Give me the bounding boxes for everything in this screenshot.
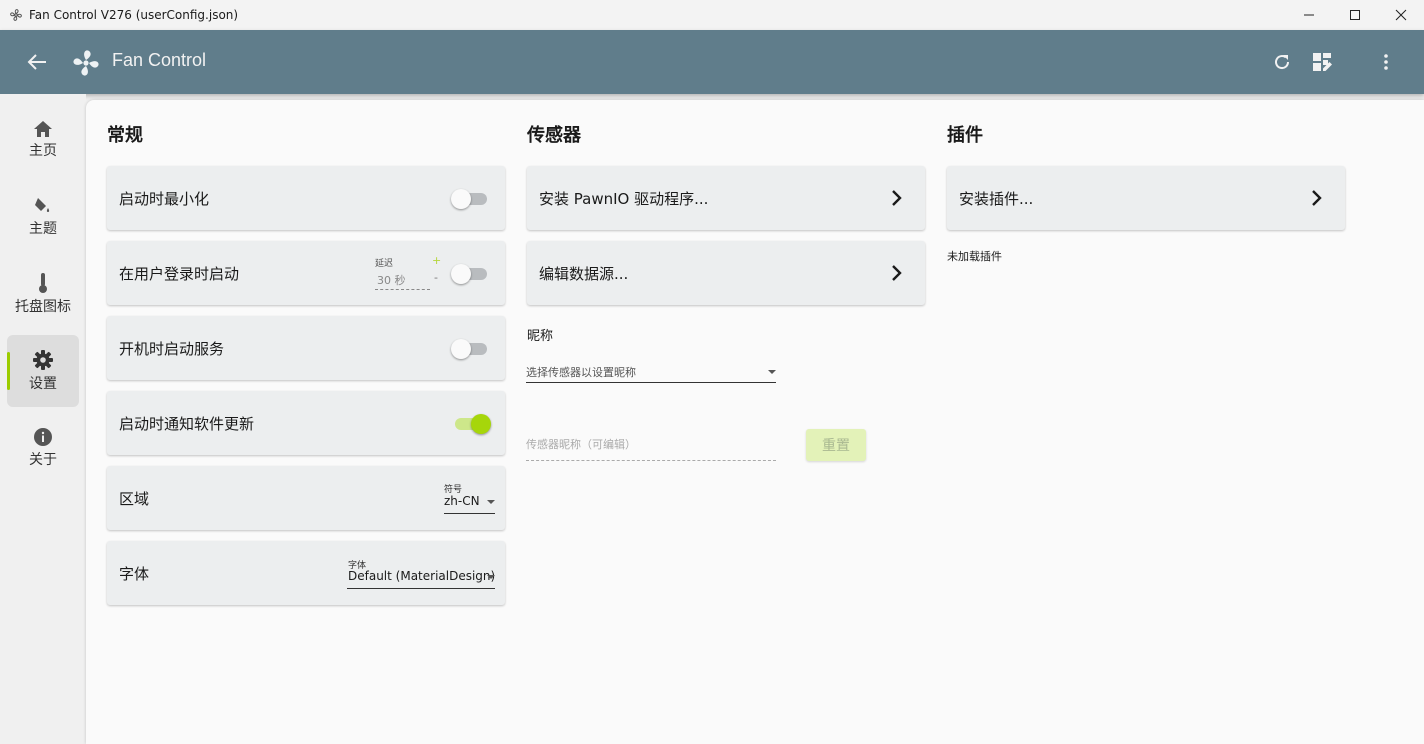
delay-increment-button[interactable]: + (432, 254, 441, 267)
start-on-login-card: 在用户登录时启动 延迟 30 秒 + - (107, 241, 505, 305)
chevron-down-icon[interactable] (487, 575, 495, 579)
chevron-right-icon (1312, 190, 1322, 206)
toggle-thumb (451, 264, 471, 284)
font-card: 字体 字体 Default (MaterialDesign) (107, 541, 505, 605)
chevron-right-icon (892, 190, 902, 206)
minimize-on-start-label: 启动时最小化 (119, 190, 210, 208)
maximize-icon (1350, 10, 1360, 20)
reset-button[interactable]: 重置 (806, 429, 866, 461)
font-select-underline (347, 588, 495, 589)
sensors-section-title: 传感器 (527, 125, 581, 146)
minimize-button[interactable] (1286, 0, 1332, 30)
delay-label: 延迟 (375, 259, 394, 269)
install-pawnio-label: 安装 PawnIO 驱动程序... (539, 190, 709, 208)
install-plugins-button[interactable]: 安装插件... (947, 166, 1345, 230)
sidebar: 主页 主题 托盘图标 设置 关于 (0, 94, 86, 744)
font-select[interactable]: Default (MaterialDesign) (348, 569, 495, 583)
back-arrow-icon (27, 54, 46, 70)
app-fan-icon (9, 8, 23, 22)
sidebar-item-theme[interactable]: 主题 (7, 181, 79, 253)
install-plugins-label: 安装插件... (959, 190, 1034, 208)
info-icon (34, 428, 52, 446)
refresh-button[interactable] (1270, 50, 1294, 74)
delay-input[interactable]: 30 秒 (377, 272, 406, 288)
general-section-title: 常规 (107, 125, 143, 146)
region-select[interactable]: zh-CN (444, 494, 480, 508)
minimize-on-start-card: 启动时最小化 (107, 166, 505, 230)
font-label: 字体 (119, 565, 150, 583)
window-titlebar: Fan Control V276 (userConfig.json) (0, 0, 1424, 30)
window-title: Fan Control V276 (userConfig.json) (29, 8, 239, 22)
sidebar-item-home[interactable]: 主页 (7, 104, 79, 176)
paint-bucket-icon (35, 198, 50, 212)
start-service-toggle[interactable] (451, 339, 491, 359)
dashboard-edit-button[interactable] (1310, 50, 1334, 74)
minimize-on-start-toggle[interactable] (451, 189, 491, 209)
close-icon (1395, 9, 1407, 21)
sidebar-item-label: 设置 (29, 376, 57, 392)
dashboard-edit-icon (1313, 53, 1332, 71)
edit-sources-label: 编辑数据源... (539, 265, 629, 283)
start-on-login-label: 在用户登录时启动 (119, 265, 240, 283)
sidebar-item-settings[interactable]: 设置 (7, 335, 79, 407)
active-indicator (7, 352, 10, 390)
region-label: 区域 (119, 490, 150, 508)
delay-input-underline (375, 289, 430, 290)
sensor-nickname-input[interactable]: 传感器昵称（可编辑） (526, 436, 636, 452)
chevron-right-icon (892, 265, 902, 281)
region-card: 区域 符号 zh-CN (107, 466, 505, 530)
notify-updates-toggle[interactable] (451, 414, 491, 434)
install-pawnio-button[interactable]: 安装 PawnIO 驱动程序... (527, 166, 925, 230)
region-select-underline (444, 513, 495, 514)
sidebar-item-tray-icon[interactable]: 托盘图标 (7, 258, 79, 330)
more-vert-icon (1384, 54, 1388, 70)
toggle-thumb (471, 414, 491, 434)
nickname-label: 昵称 (527, 329, 554, 344)
app-bar: Fan Control (0, 30, 1424, 94)
chevron-down-icon[interactable] (487, 500, 495, 504)
start-service-label: 开机时启动服务 (119, 340, 225, 358)
toggle-thumb (451, 189, 471, 209)
sensor-select-underline (526, 382, 776, 383)
plugins-section-title: 插件 (947, 125, 983, 146)
notify-updates-label: 启动时通知软件更新 (119, 415, 255, 433)
app-title: Fan Control (112, 50, 207, 70)
chevron-down-icon[interactable] (768, 370, 776, 374)
more-options-button[interactable] (1374, 50, 1398, 74)
toggle-thumb (451, 339, 471, 359)
home-icon (34, 121, 52, 137)
sensor-select[interactable]: 选择传感器以设置昵称 (526, 364, 636, 380)
minimize-icon (1304, 14, 1314, 16)
gear-icon (33, 350, 53, 370)
settings-content: 常规 启动时最小化 在用户登录时启动 延迟 30 秒 + - 开机时启动服务 启… (86, 100, 1424, 744)
close-button[interactable] (1378, 0, 1424, 30)
fan-logo-icon (73, 50, 99, 76)
maximize-button[interactable] (1332, 0, 1378, 30)
delay-decrement-button[interactable]: - (434, 271, 438, 284)
refresh-icon (1275, 55, 1290, 70)
start-service-card: 开机时启动服务 (107, 316, 505, 380)
no-plugins-text: 未加载插件 (947, 250, 1002, 263)
sensor-nickname-underline (526, 460, 776, 461)
notify-updates-card: 启动时通知软件更新 (107, 391, 505, 455)
back-button[interactable] (24, 50, 50, 74)
start-on-login-toggle[interactable] (451, 264, 491, 284)
sidebar-item-label: 关于 (29, 452, 57, 468)
edit-sources-button[interactable]: 编辑数据源... (527, 241, 925, 305)
sidebar-item-label: 主页 (29, 143, 57, 159)
sidebar-item-label: 主题 (29, 221, 57, 237)
sidebar-item-about[interactable]: 关于 (7, 412, 79, 484)
sidebar-item-label: 托盘图标 (15, 299, 71, 315)
thermometer-icon (39, 273, 47, 293)
